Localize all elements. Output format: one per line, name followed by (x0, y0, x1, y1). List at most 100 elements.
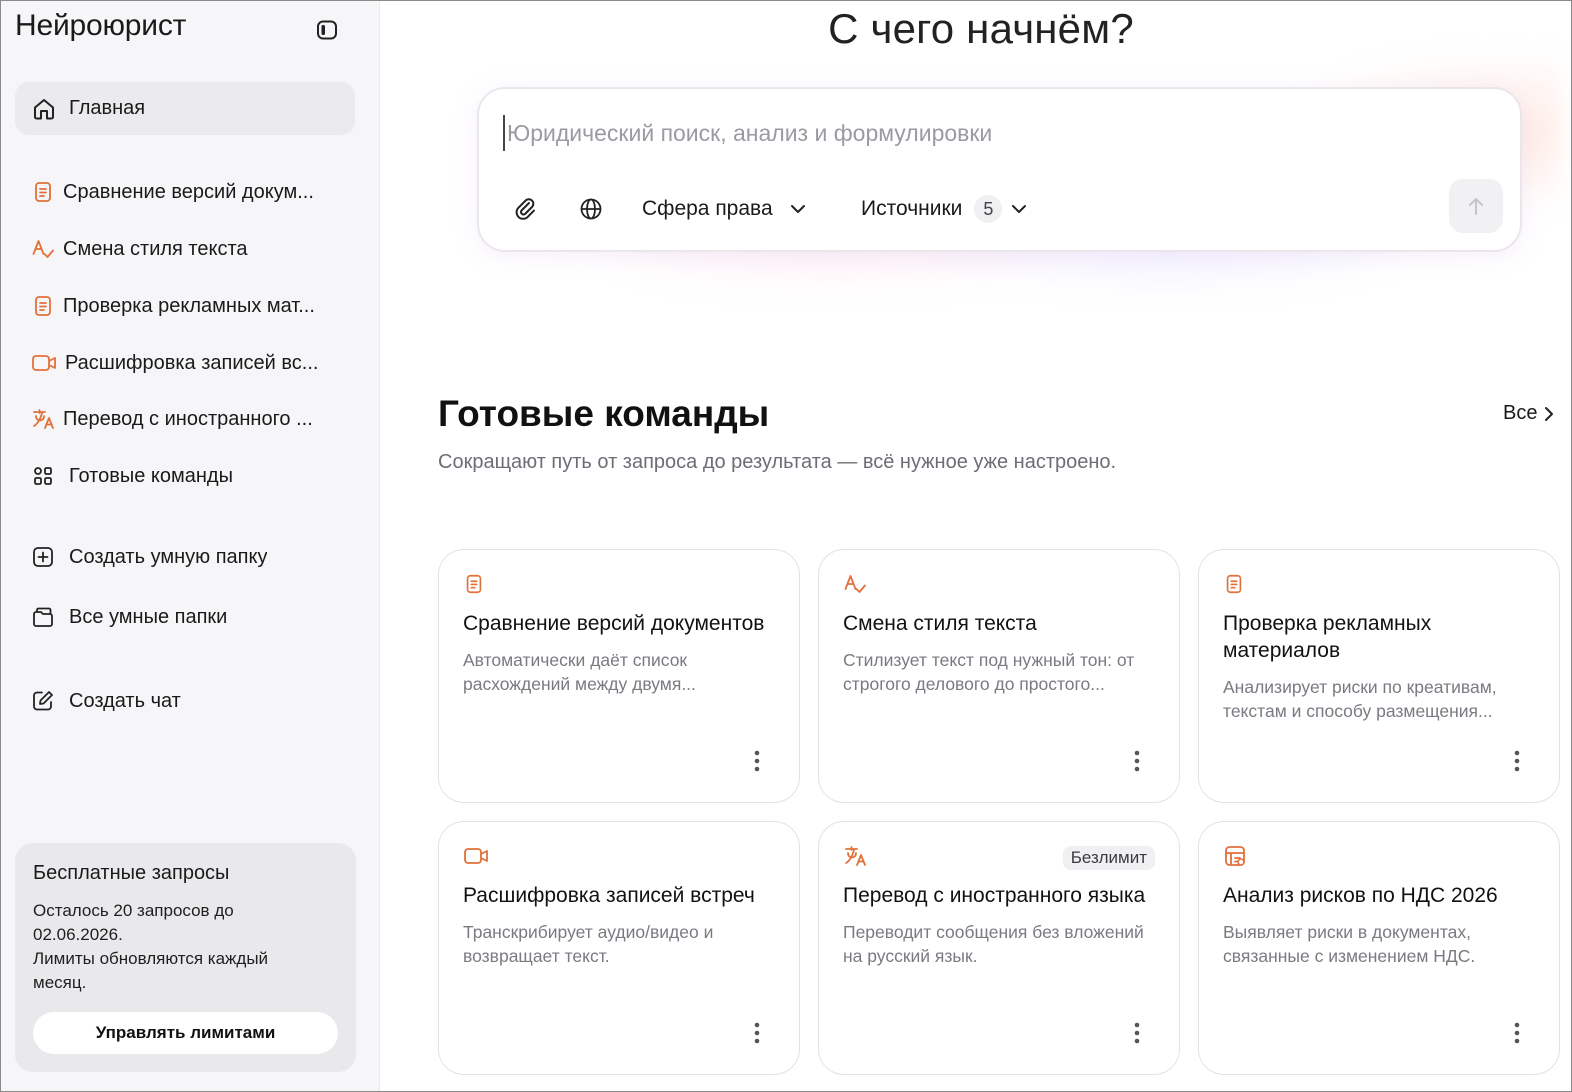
prompt-box: Сфера права Источники 5 (477, 87, 1522, 252)
sidebar-item-create-chat[interactable]: Создать чат (31, 681, 341, 721)
sidebar-recent-item[interactable]: Расшифровка записей вс... (31, 343, 341, 383)
globe-icon (580, 198, 602, 220)
commands-section-title: Готовые команды (438, 393, 770, 434)
sidebar-item-label: Все умные папки (69, 605, 228, 628)
prompt-input[interactable] (503, 115, 1493, 151)
command-card-title: Перевод с иностранного языка (843, 884, 1146, 907)
sidebar-item-commands[interactable]: Готовые команды (31, 456, 341, 496)
more-vertical-icon (1134, 750, 1140, 772)
command-card[interactable]: Анализ рисков по НДС 2026 Выявляет риски… (1198, 821, 1560, 1075)
sidebar-recent-item[interactable]: Перевод с иностранного ... (31, 399, 341, 439)
sidebar-toggle-button[interactable] (314, 17, 340, 43)
command-card-title: Смена стиля текста (843, 612, 1037, 635)
free-requests-card: Бесплатные запросы Осталось 20 запросов … (15, 843, 356, 1072)
law-sphere-label: Сфера права (642, 197, 773, 220)
sidebar-recent-label: Смена стиля текста (63, 237, 248, 260)
sidebar-recent-label: Сравнение версий докум... (63, 180, 314, 203)
desc-line: Выявляет риски в документах, (1223, 922, 1471, 942)
desc-line: расхождений между двумя... (463, 674, 696, 694)
more-options-button[interactable] (1123, 1018, 1151, 1048)
edit-icon (31, 689, 55, 713)
more-vertical-icon (754, 750, 760, 772)
unlimited-badge: Безлимит (1062, 846, 1155, 870)
more-options-button[interactable] (743, 746, 771, 776)
command-card-title: Проверка рекламных материалов (1223, 612, 1432, 662)
document-icon (1223, 572, 1535, 596)
plus-square-icon (31, 545, 55, 569)
command-card[interactable]: Расшифровка записей встреч Транскрибируе… (438, 821, 800, 1075)
limits-line: Лимиты обновляются каждый (33, 949, 269, 968)
desc-line: Автоматически даёт список (463, 650, 688, 670)
video-icon (31, 351, 57, 375)
desc-line: возвращает текст. (463, 946, 610, 966)
sidebar-recent-item[interactable]: Смена стиля текста (31, 229, 341, 269)
all-commands-link[interactable]: Все (1503, 402, 1555, 425)
command-card[interactable]: Сравнение версий документов Автоматическ… (438, 549, 800, 803)
more-options-button[interactable] (1123, 746, 1151, 776)
all-commands-label: Все (1503, 402, 1538, 424)
limits-line: 02.06.2026. (33, 925, 123, 944)
desc-line: Переводит сообщения без вложений (843, 922, 1144, 942)
sidebar-item-home-label: Главная (69, 97, 146, 119)
command-card-title: Сравнение версий документов (463, 612, 765, 635)
command-card[interactable]: Проверка рекламных материалов Анализируе… (1198, 549, 1560, 803)
commands-section-subtitle: Сокращают путь от запроса до результата … (438, 451, 1117, 473)
manage-limits-button[interactable]: Управлять лимитами (33, 1012, 338, 1054)
command-card[interactable]: Смена стиля текста Стилизует текст под н… (818, 549, 1180, 803)
limits-line: месяц. (33, 973, 87, 992)
law-sphere-dropdown[interactable]: Сфера права (642, 191, 809, 227)
paperclip-icon (515, 198, 535, 220)
arrow-up-icon (1469, 198, 1483, 215)
hero-title: С чего начнём? (828, 5, 1134, 52)
sources-count-badge: 5 (974, 195, 1003, 223)
video-icon (463, 844, 775, 868)
sidebar-item-all-folders[interactable]: Все умные папки (31, 597, 341, 637)
command-card-description: Транскрибирует аудио/видео и возвращает т… (463, 920, 775, 968)
document-icon (31, 294, 55, 318)
command-card[interactable]: Безлимит Перевод с иностранного языка Пе… (818, 821, 1180, 1075)
text-style-icon (31, 237, 55, 261)
grid-icon (31, 464, 55, 488)
folders-icon (31, 605, 55, 629)
more-vertical-icon (1514, 750, 1520, 772)
sidebar: Нейроюрист Главная Сравнение версий доку… (1, 1, 380, 1091)
sidebar-recent-item[interactable]: Проверка рекламных мат... (31, 286, 341, 326)
app-title: Нейроюрист (15, 9, 187, 42)
command-card-title: Расшифровка записей встреч (463, 884, 755, 907)
chevron-down-icon (1012, 205, 1027, 213)
free-requests-text: Осталось 20 запросов до 02.06.2026. Лими… (33, 899, 338, 995)
command-card-description: Анализирует риски по креативам, текстам и… (1223, 675, 1535, 723)
command-card-description: Выявляет риски в документах, связанные с … (1223, 920, 1535, 968)
desc-line: строгого делового до простого... (843, 674, 1105, 694)
command-card-description: Переводит сообщения без вложений на русск… (843, 920, 1155, 968)
web-search-button[interactable] (575, 193, 607, 225)
attach-button[interactable] (509, 193, 541, 225)
more-vertical-icon (754, 1022, 760, 1044)
more-options-button[interactable] (1503, 1018, 1531, 1048)
desc-line: текстам и способу размещения... (1223, 701, 1493, 721)
sidebar-item-label: Создать умную папку (69, 545, 268, 568)
sidebar-toggle-icon (317, 20, 337, 40)
send-button[interactable] (1449, 179, 1503, 233)
sidebar-recent-label: Расшифровка записей вс... (65, 351, 319, 374)
sidebar-item-home[interactable]: Главная (15, 82, 355, 135)
text-style-icon (843, 572, 1155, 596)
desc-line: Стилизует текст под нужный тон: от (843, 650, 1135, 670)
more-options-button[interactable] (743, 1018, 771, 1048)
document-icon (463, 572, 775, 596)
desc-line: связанные с изменением НДС. (1223, 946, 1476, 966)
chevron-right-icon (1545, 406, 1554, 421)
sources-dropdown[interactable]: Источники 5 (861, 191, 1030, 227)
sidebar-item-create-folder[interactable]: Создать умную папку (31, 537, 341, 577)
sidebar-recent-label: Проверка рекламных мат... (63, 294, 315, 317)
more-vertical-icon (1134, 1022, 1140, 1044)
limits-line: Осталось 20 запросов до (33, 901, 234, 920)
translate-icon (31, 407, 55, 431)
sidebar-recent-item[interactable]: Сравнение версий докум... (31, 172, 341, 212)
more-options-button[interactable] (1503, 746, 1531, 776)
main-content: С чего начнём? Сфера права Источники 5 Г… (381, 1, 1571, 1091)
command-card-title: Анализ рисков по НДС 2026 (1223, 884, 1498, 907)
more-vertical-icon (1514, 1022, 1520, 1044)
sources-label: Источники (861, 197, 963, 220)
desc-line: Анализирует риски по креативам, (1223, 677, 1497, 697)
